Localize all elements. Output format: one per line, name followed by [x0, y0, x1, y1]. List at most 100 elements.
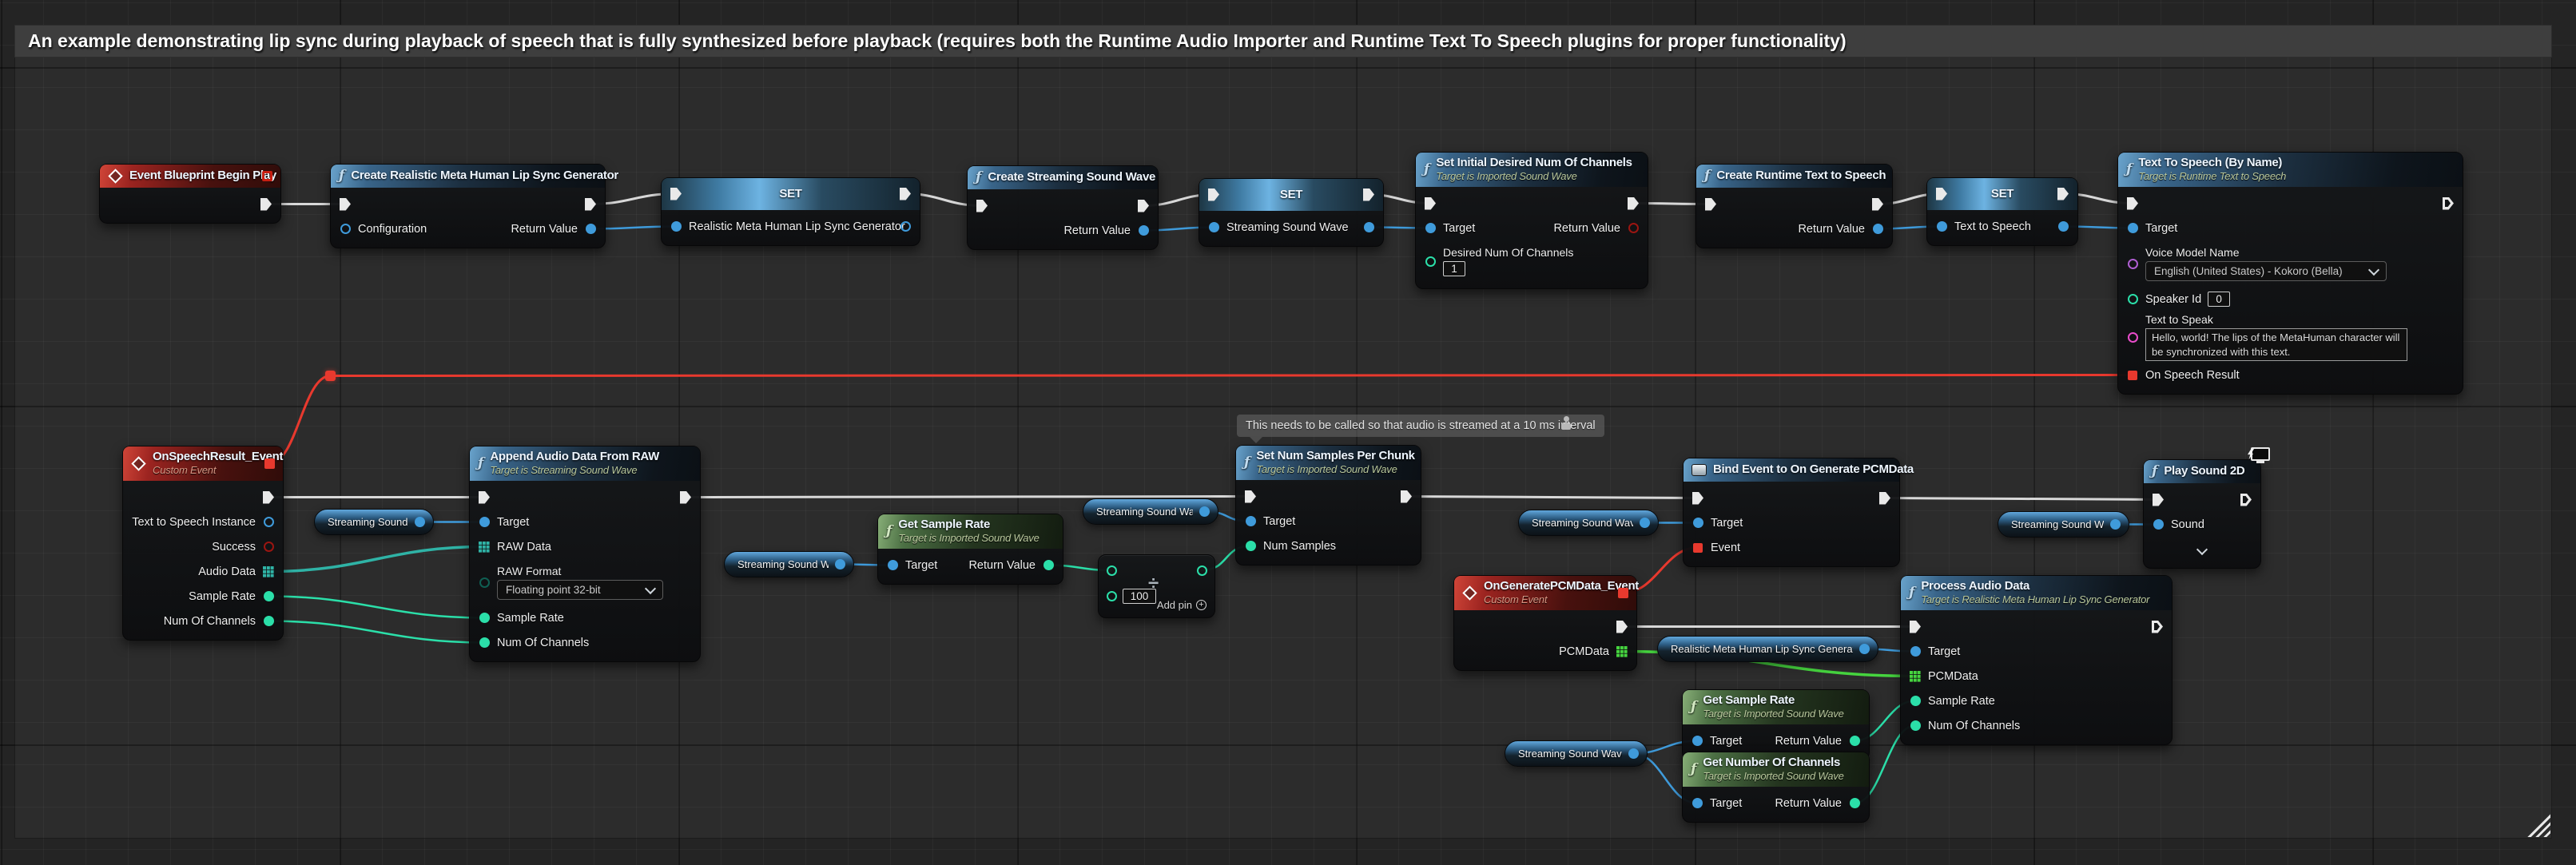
rv-pin[interactable]	[1871, 222, 1884, 236]
pcm-pin[interactable]	[1616, 645, 1628, 659]
ein-pin[interactable]	[1909, 620, 1922, 634]
p-pin[interactable]	[2109, 518, 2121, 532]
eout-pin[interactable]	[2240, 493, 2252, 507]
sound-pin[interactable]	[2152, 518, 2165, 532]
node-snum[interactable]: ƒSet Num Samples Per ChunkTarget is Impo…	[1235, 445, 1421, 565]
node-ongen[interactable]: OnGeneratePCMData_EventCustom EventPCMDa…	[1453, 575, 1637, 671]
reroute-node[interactable]	[325, 371, 336, 381]
node-tts[interactable]: ƒText To Speech (By Name)Target is Runti…	[2117, 152, 2463, 395]
ch-pin[interactable]	[478, 636, 491, 650]
p-pin[interactable]	[1858, 642, 1870, 657]
ein-pin[interactable]	[670, 187, 682, 201]
ein-pin[interactable]	[1935, 187, 1948, 201]
pin-pin[interactable]	[2126, 330, 2139, 344]
out-pin[interactable]	[1195, 563, 1208, 577]
node-crmh[interactable]: ƒCreate Realistic Meta Human Lip Sync Ge…	[330, 164, 606, 248]
osr-pin[interactable]	[2126, 368, 2139, 383]
pin-pin[interactable]	[262, 540, 275, 554]
pushpin-icon[interactable]	[1564, 416, 1569, 422]
vout-pin[interactable]	[1362, 220, 1375, 235]
dropdown[interactable]: Floating point 32-bit	[497, 580, 663, 600]
ein-pin[interactable]	[1207, 188, 1220, 202]
delegate-badge[interactable]	[262, 171, 272, 181]
p-pin[interactable]	[1627, 747, 1640, 761]
eout-pin[interactable]	[1137, 199, 1150, 213]
target-pin[interactable]	[1691, 734, 1703, 748]
variable-get-pill6[interactable]: Streaming Sound Wave	[1505, 740, 1648, 767]
sr-pin[interactable]	[478, 611, 491, 625]
node-play[interactable]: ƒPlay Sound 2DSound	[2143, 459, 2261, 569]
vin-pin[interactable]	[1935, 220, 1948, 234]
variable-get-pillr[interactable]: Realistic Meta Human Lip Sync Generator	[1657, 636, 1878, 662]
node-set2[interactable]: SETStreaming Sound Wave	[1199, 178, 1384, 247]
ein-pin[interactable]	[2152, 493, 2165, 507]
ein-pin[interactable]	[339, 197, 352, 212]
target-pin[interactable]	[1909, 645, 1922, 659]
variable-get-pill5[interactable]: Streaming Sound Wave	[1998, 511, 2129, 538]
a-pin[interactable]	[1105, 563, 1118, 577]
eout-pin[interactable]	[1627, 196, 1640, 211]
ch-pin[interactable]	[1909, 719, 1922, 733]
comment-title-bar[interactable]: An example demonstrating lip sync during…	[14, 25, 2552, 58]
rv-pin[interactable]	[584, 222, 597, 236]
eout-pin[interactable]	[1871, 197, 1884, 212]
node-gnc[interactable]: ƒGet Number Of ChannelsTarget is Importe…	[1682, 752, 1870, 823]
pin-pin[interactable]	[1627, 221, 1640, 236]
node-proc[interactable]: ƒProcess Audio DataTarget is Realistic M…	[1900, 575, 2173, 745]
ein-pin[interactable]	[2126, 196, 2139, 211]
eout-pin[interactable]	[2151, 620, 2164, 634]
ein-pin[interactable]	[478, 490, 491, 505]
rv-pin[interactable]	[1848, 796, 1861, 811]
delegate-badge[interactable]	[1618, 588, 1628, 598]
ein-pin[interactable]	[1704, 197, 1717, 212]
target-pin[interactable]	[1691, 516, 1704, 530]
rv-pin[interactable]	[1848, 734, 1861, 748]
add-pin-button[interactable]: Add pin+	[1157, 599, 1207, 611]
target-pin[interactable]	[886, 558, 899, 573]
b-pin[interactable]	[1105, 589, 1118, 603]
value-input[interactable]: 100	[1123, 589, 1156, 604]
node-gsr2[interactable]: ƒGet Sample RateTarget is Imported Sound…	[1682, 689, 1870, 760]
node-gsr1[interactable]: ƒGet Sample RateTarget is Imported Sound…	[877, 514, 1063, 585]
node-div[interactable]: ÷100Add pin+	[1098, 554, 1215, 618]
target-pin[interactable]	[2126, 221, 2139, 236]
pin-pin[interactable]	[478, 575, 491, 589]
node-crtts[interactable]: ƒCreate Runtime Text to SpeechReturn Val…	[1695, 164, 1893, 248]
p-pin[interactable]	[1198, 505, 1210, 519]
node-cssw[interactable]: ƒCreate Streaming Sound WaveReturn Value	[967, 165, 1159, 250]
audio-pin[interactable]	[262, 565, 275, 579]
variable-get-pill4[interactable]: Streaming Sound Wave	[1518, 510, 1659, 536]
target-pin[interactable]	[478, 515, 491, 530]
eout-pin[interactable]	[1362, 188, 1375, 202]
node-bp[interactable]: Event Blueprint Begin Play	[99, 164, 281, 224]
value-input[interactable]: 1	[1443, 261, 1465, 276]
rv-pin[interactable]	[1042, 558, 1055, 573]
variable-get-pill1[interactable]: Streaming Sound Wave	[314, 509, 434, 535]
chevron-down-icon[interactable]	[2196, 543, 2208, 554]
eout-pin[interactable]	[2442, 196, 2455, 211]
pcm-pin[interactable]	[1909, 669, 1922, 684]
vout-pin[interactable]	[899, 220, 912, 234]
ein-pin[interactable]	[976, 199, 988, 213]
sr-pin[interactable]	[262, 589, 275, 604]
p-pin[interactable]	[1638, 516, 1651, 530]
sr-pin[interactable]	[1909, 694, 1922, 708]
pin-pin[interactable]	[339, 222, 352, 236]
pin-pin[interactable]	[2126, 292, 2139, 307]
node-set1[interactable]: SETRealistic Meta Human Lip Sync Generat…	[661, 177, 920, 246]
eout-pin[interactable]	[1400, 490, 1413, 504]
variable-get-pill3[interactable]: Streaming Sound Wave	[1083, 498, 1218, 525]
ev-pin[interactable]	[1691, 541, 1704, 555]
eout-pin[interactable]	[262, 490, 275, 505]
eout-pin[interactable]	[260, 197, 272, 212]
target-pin[interactable]	[1424, 221, 1437, 236]
delegate-badge[interactable]	[264, 458, 275, 469]
variable-get-pill2[interactable]: Streaming Sound Wave	[724, 551, 854, 577]
ein-pin[interactable]	[1424, 196, 1437, 211]
comment-bubble-controls[interactable]	[1561, 416, 1571, 430]
rv-pin[interactable]	[1137, 224, 1150, 238]
target-pin[interactable]	[1691, 796, 1703, 811]
ein-pin[interactable]	[1244, 490, 1257, 504]
node-append[interactable]: ƒAppend Audio Data From RAWTarget is Str…	[469, 446, 701, 662]
eout-pin[interactable]	[584, 197, 597, 212]
